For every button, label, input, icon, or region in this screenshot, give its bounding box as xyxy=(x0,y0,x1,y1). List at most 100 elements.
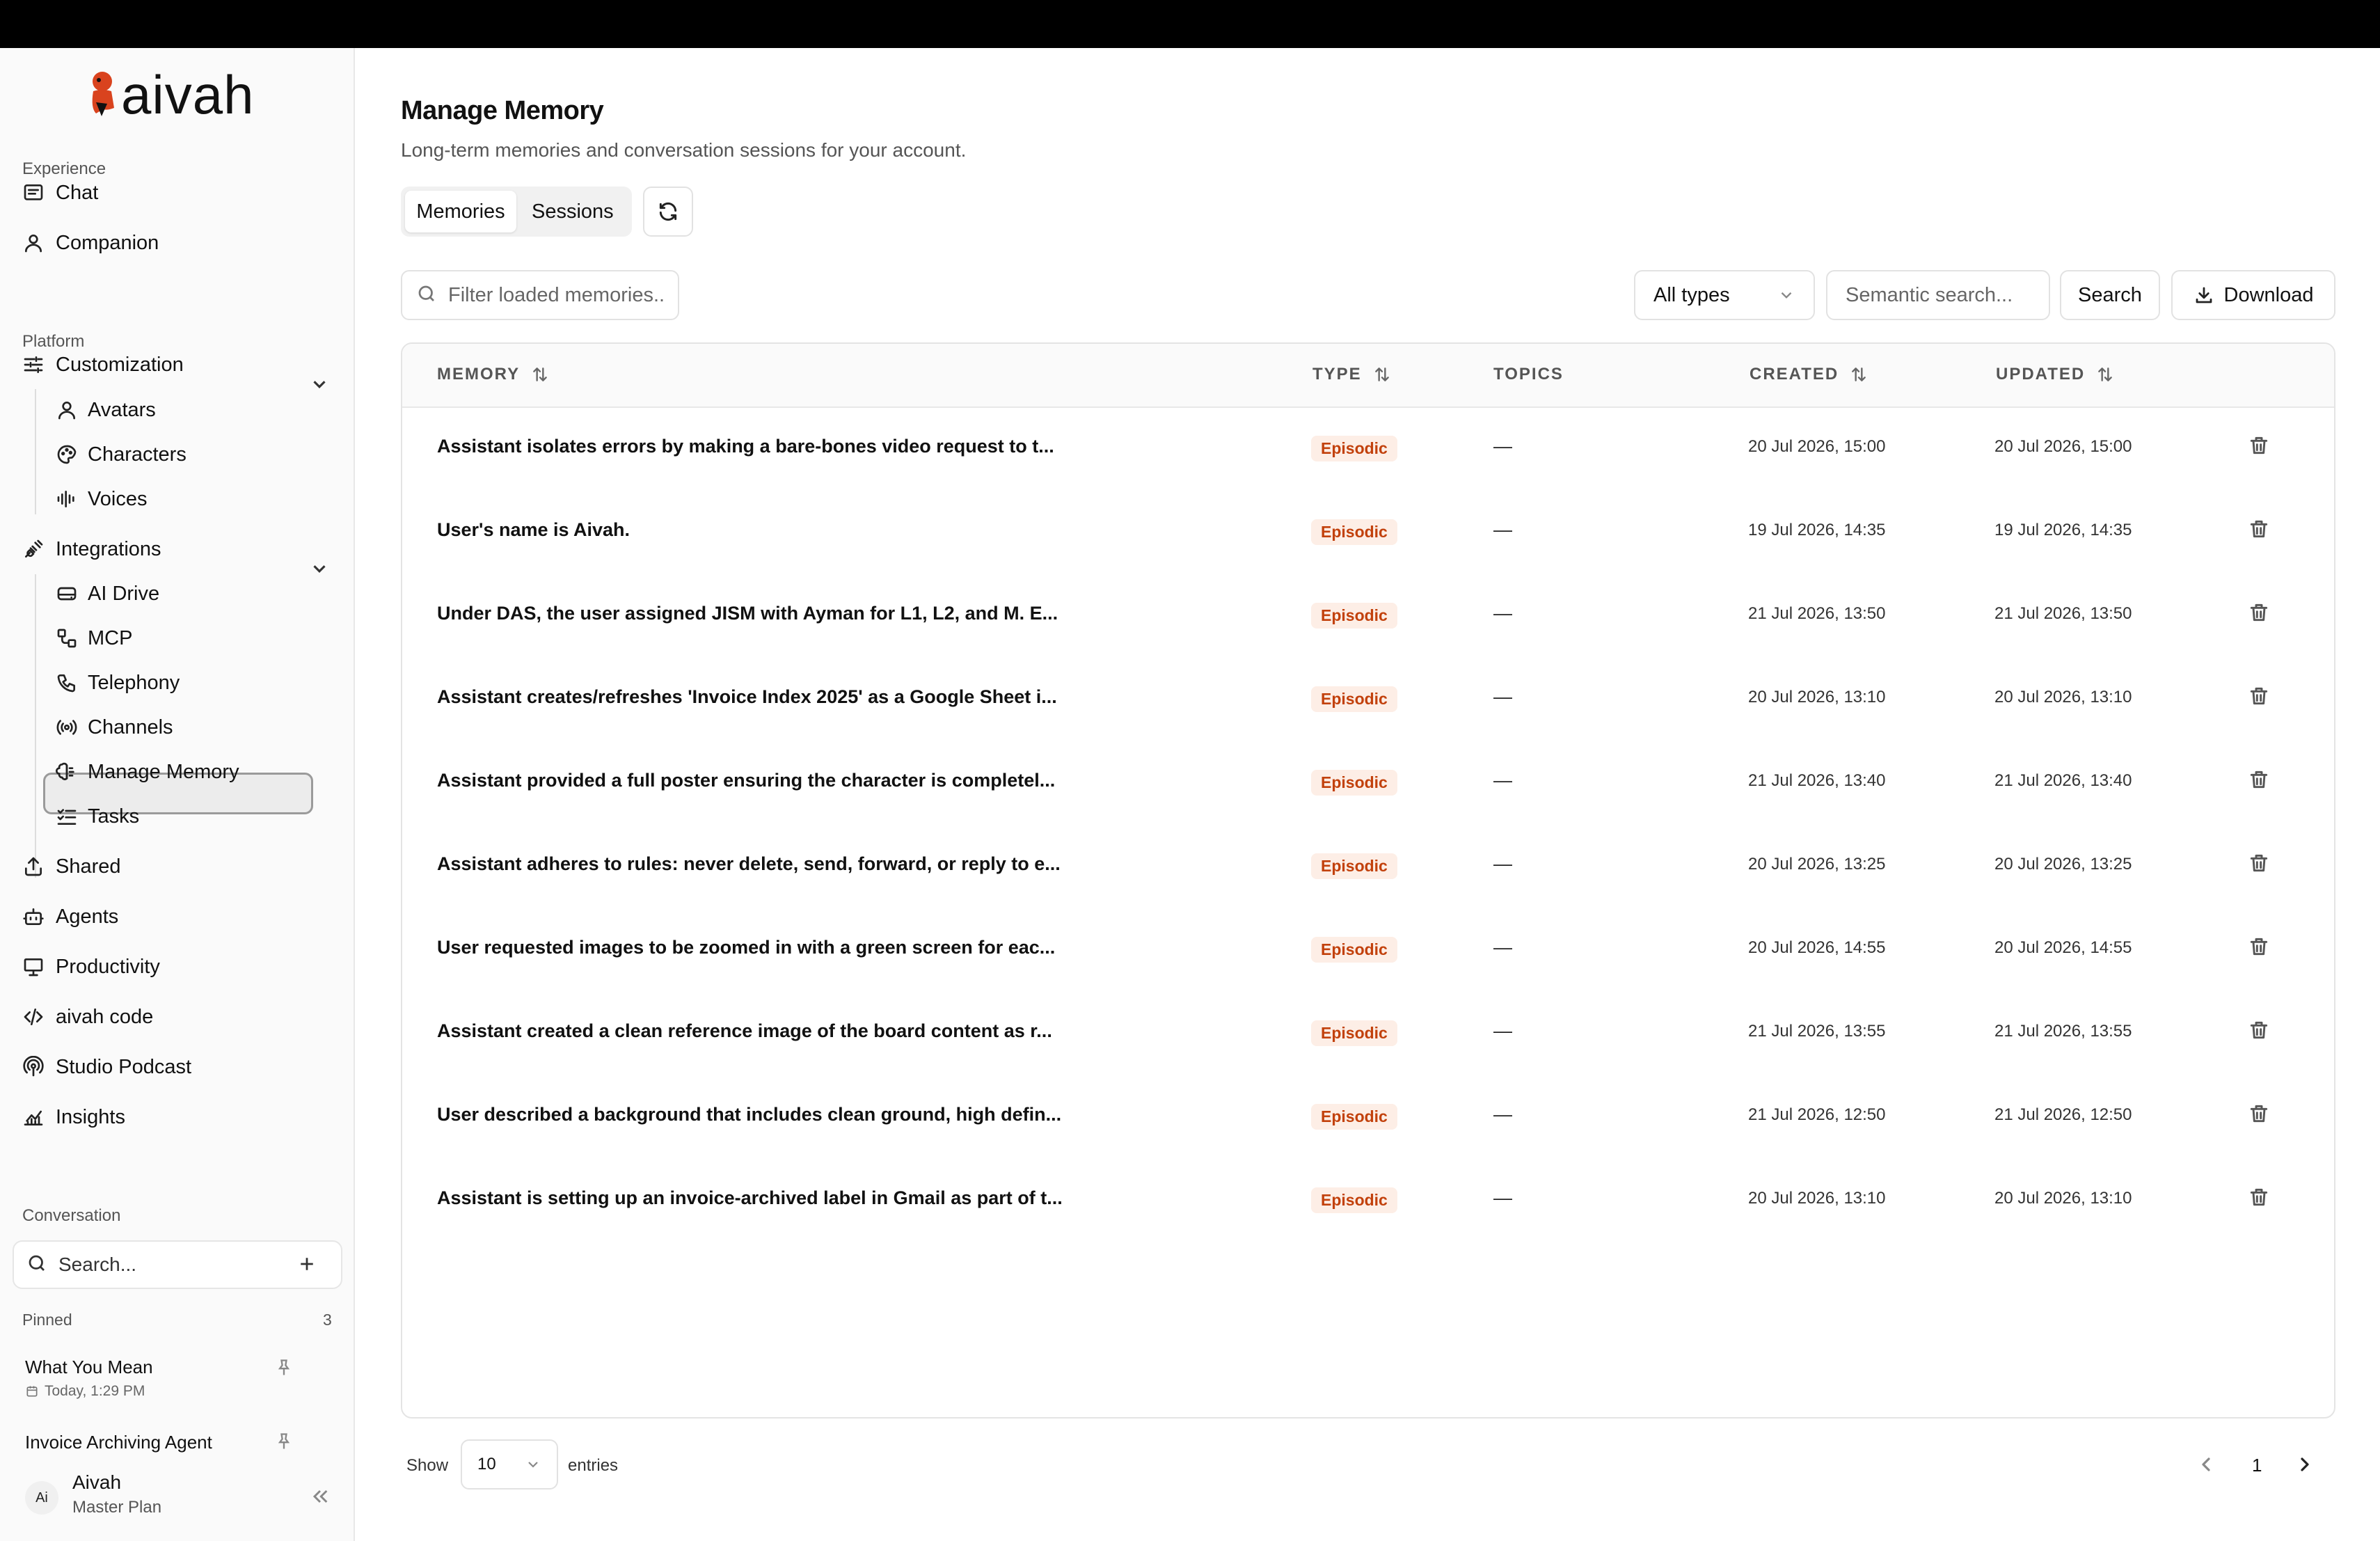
page-size-select[interactable]: 10 xyxy=(461,1439,558,1489)
nav-item-label: Manage Memory xyxy=(88,760,239,783)
table-row[interactable]: Assistant creates/refreshes 'Invoice Ind… xyxy=(402,657,2334,741)
delete-trash-icon[interactable] xyxy=(2248,852,2271,876)
nav-item-characters[interactable]: Characters xyxy=(54,435,187,474)
delete-trash-icon[interactable] xyxy=(2248,518,2271,542)
conversation-search-input[interactable] xyxy=(57,1253,296,1277)
chat-icon xyxy=(21,180,46,205)
column-header-topics: TOPICS xyxy=(1493,365,1564,384)
show-label: Show xyxy=(406,1456,449,1475)
nav-item-productivity[interactable]: Productivity xyxy=(21,947,160,986)
download-button[interactable]: Download xyxy=(2171,270,2335,320)
memory-text: Assistant created a clean reference imag… xyxy=(437,1020,1052,1041)
section-label-conversation: Conversation xyxy=(22,1206,121,1225)
pinned-conversation-title[interactable]: What You Mean xyxy=(25,1357,153,1378)
sidebar: aivah Experience Chat Companion Platform… xyxy=(0,48,355,1541)
filter-memories-box[interactable] xyxy=(401,270,679,320)
delete-trash-icon[interactable] xyxy=(2248,935,2271,959)
nav-item-integrations[interactable]: Integrations xyxy=(21,530,161,569)
search-icon xyxy=(416,283,437,308)
pin-icon[interactable] xyxy=(274,1432,295,1453)
nav-item-label: Channels xyxy=(88,716,173,738)
column-header-memory[interactable]: MEMORY xyxy=(437,365,549,384)
nav-item-tasks[interactable]: Tasks xyxy=(54,797,139,836)
table-row[interactable]: Assistant provided a full poster ensurin… xyxy=(402,741,2334,824)
created-date: 20 Jul 2026, 13:10 xyxy=(1748,1189,1886,1208)
refresh-button[interactable] xyxy=(643,187,693,237)
chevron-down-icon xyxy=(1781,292,1792,299)
tab-memories[interactable]: Memories xyxy=(405,191,516,232)
tab-sessions[interactable]: Sessions xyxy=(519,191,626,232)
table-row[interactable]: Assistant created a clean reference imag… xyxy=(402,991,2334,1075)
type-select[interactable]: All types xyxy=(1634,270,1815,320)
created-date: 21 Jul 2026, 12:50 xyxy=(1748,1105,1886,1124)
nav-item-mcp[interactable]: MCP xyxy=(54,619,132,658)
delete-trash-icon[interactable] xyxy=(2248,1019,2271,1043)
window-top-bar xyxy=(0,0,2380,48)
nav-item-label: Productivity xyxy=(56,955,160,978)
nav-item-companion[interactable]: Companion xyxy=(21,223,159,262)
pin-icon[interactable] xyxy=(274,1358,295,1379)
table-row[interactable]: Assistant is setting up an invoice-archi… xyxy=(402,1158,2334,1242)
user-name: Aivah xyxy=(72,1471,122,1493)
type-badge: Episodic xyxy=(1311,686,1397,712)
nav-item-channels[interactable]: Channels xyxy=(54,708,173,747)
table-row[interactable]: User's name is Aivah. Episodic — 19 Jul … xyxy=(402,490,2334,574)
podcast-icon xyxy=(21,1054,46,1080)
updated-date: 20 Jul 2026, 15:00 xyxy=(1994,437,2132,456)
sort-icon xyxy=(1852,368,1866,381)
nav-item-label: Integrations xyxy=(56,537,161,560)
semantic-search-input[interactable] xyxy=(1844,283,2049,308)
nav-item-label: Studio Podcast xyxy=(56,1055,192,1078)
chevron-down-icon[interactable] xyxy=(309,374,330,395)
column-header-updated[interactable]: UPDATED xyxy=(1996,365,2114,384)
delete-trash-icon[interactable] xyxy=(2248,601,2271,625)
collapse-sidebar-icon[interactable] xyxy=(309,1485,334,1510)
current-page-number[interactable]: 1 xyxy=(2252,1455,2262,1476)
previous-page-icon[interactable] xyxy=(2195,1453,2220,1478)
delete-trash-icon[interactable] xyxy=(2248,768,2271,792)
next-page-icon[interactable] xyxy=(2294,1453,2319,1478)
table-row[interactable]: Under DAS, the user assigned JISM with A… xyxy=(402,574,2334,657)
nav-item-voices[interactable]: Voices xyxy=(54,480,147,519)
column-header-type[interactable]: TYPE xyxy=(1312,365,1391,384)
nav-item-label: AI Drive xyxy=(88,582,160,605)
nav-item-ai-drive[interactable]: AI Drive xyxy=(54,574,159,613)
updated-date: 20 Jul 2026, 13:10 xyxy=(1994,688,2132,706)
nav-item-shared[interactable]: Shared xyxy=(21,847,121,886)
table-row[interactable]: User requested images to be zoomed in wi… xyxy=(402,908,2334,991)
brand-logo[interactable]: aivah xyxy=(86,68,254,122)
filter-memories-input[interactable] xyxy=(447,283,665,308)
nav-item-aivah-code[interactable]: aivah code xyxy=(21,997,153,1036)
hard-drive-icon xyxy=(54,581,79,606)
table-row[interactable]: Assistant isolates errors by making a ba… xyxy=(402,406,2334,490)
memory-text: User's name is Aivah. xyxy=(437,519,630,540)
nav-item-chat[interactable]: Chat xyxy=(21,173,98,212)
type-select-value: All types xyxy=(1653,283,1730,306)
semantic-search-box[interactable] xyxy=(1826,270,2050,320)
chevron-down-icon[interactable] xyxy=(309,558,330,579)
memory-text: User described a background that include… xyxy=(437,1104,1062,1125)
new-conversation-plus-icon[interactable] xyxy=(296,1254,319,1276)
nav-item-agents[interactable]: Agents xyxy=(21,897,118,936)
type-badge: Episodic xyxy=(1311,853,1397,879)
table-row[interactable]: User described a background that include… xyxy=(402,1075,2334,1158)
nav-item-telephony[interactable]: Telephony xyxy=(54,663,180,702)
delete-trash-icon[interactable] xyxy=(2248,685,2271,709)
nav-item-insights[interactable]: Insights xyxy=(21,1098,125,1137)
nav-item-customization[interactable]: Customization xyxy=(21,345,184,384)
user-avatar[interactable]: Ai xyxy=(25,1481,58,1515)
nav-item-avatars[interactable]: Avatars xyxy=(54,390,156,429)
delete-trash-icon[interactable] xyxy=(2248,1103,2271,1126)
nav-item-manage-memory[interactable]: Manage Memory xyxy=(54,752,239,791)
type-badge: Episodic xyxy=(1311,436,1397,461)
sort-icon xyxy=(2098,368,2113,381)
column-header-created[interactable]: CREATED xyxy=(1750,365,1868,384)
delete-trash-icon[interactable] xyxy=(2248,434,2271,458)
search-button[interactable]: Search xyxy=(2060,270,2160,320)
conversation-search[interactable] xyxy=(13,1240,342,1289)
pinned-conversation-title[interactable]: Invoice Archiving Agent xyxy=(25,1432,212,1453)
nav-item-studio-podcast[interactable]: Studio Podcast xyxy=(21,1048,191,1086)
chevron-down-icon xyxy=(528,1462,538,1468)
table-row[interactable]: Assistant adheres to rules: never delete… xyxy=(402,824,2334,908)
delete-trash-icon[interactable] xyxy=(2248,1186,2271,1210)
